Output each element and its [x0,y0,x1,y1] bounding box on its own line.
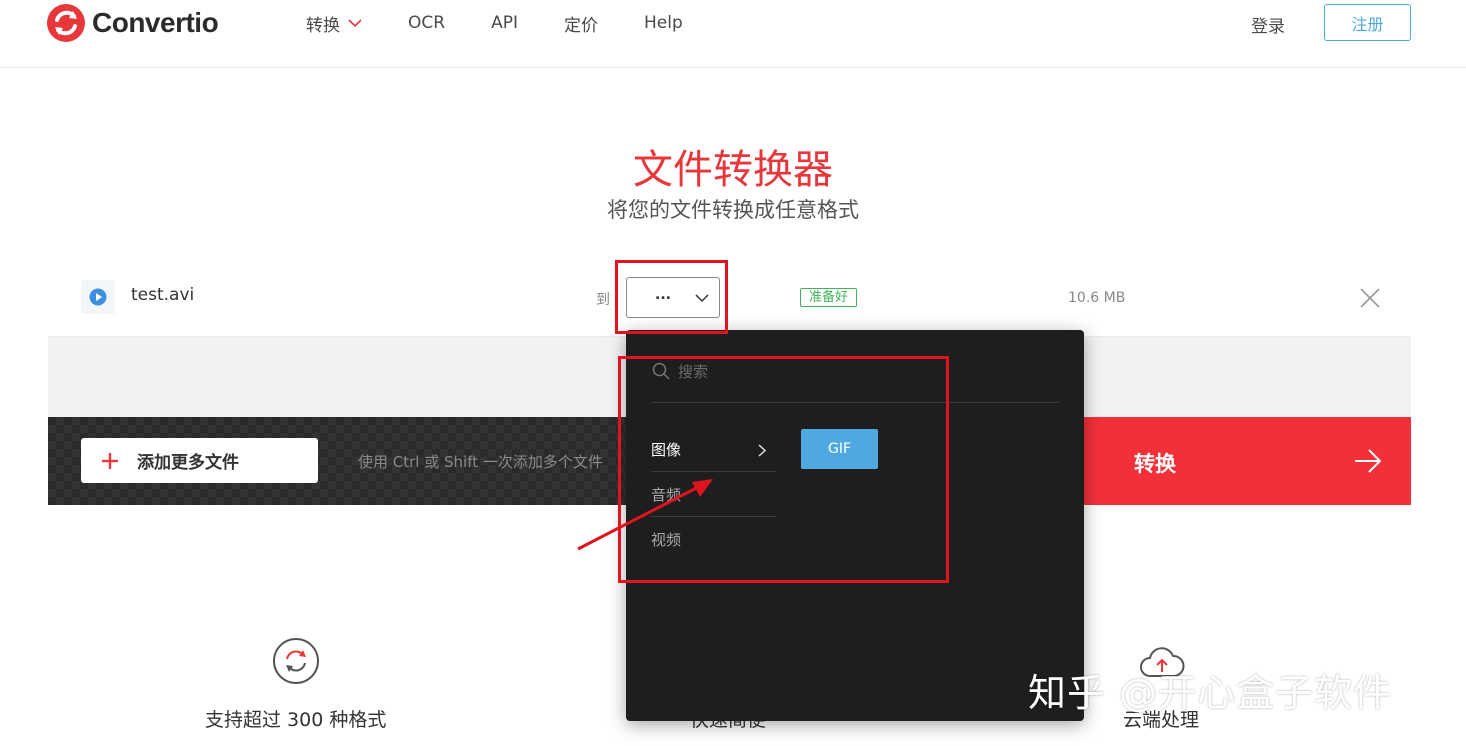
file-size: 10.6 MB [1068,290,1126,306]
logo-text: Convertio [92,7,219,38]
convert-button-label: 转换 [1134,452,1176,476]
nav-item-label: 转换 [306,15,340,36]
multi-select-hint: 使用 Ctrl 或 Shift 一次添加多个文件 [358,453,603,471]
chevron-down-icon [348,19,362,28]
nav-item-pricing[interactable]: 定价 [563,12,598,36]
nav-item-label: 定价 [563,15,598,36]
nav-item-api[interactable]: API [491,12,518,34]
refresh-cycle-icon [273,638,319,684]
annotation-highlight-select [615,260,728,334]
play-circle-icon [89,288,107,306]
nav-item-convert[interactable]: 转换 [306,12,362,36]
login-link[interactable]: 登录 [1251,12,1285,37]
nav-item-ocr[interactable]: OCR [408,12,445,34]
watermark: 知乎 @开心盒子软件 [1028,671,1393,715]
page-title: 文件转换器 [633,147,833,193]
nav-item-label: API [491,13,518,33]
add-more-files-button[interactable]: 添加更多文件 [81,438,318,483]
remove-file-close-icon[interactable] [1359,287,1381,309]
convertio-logo-icon [47,4,85,42]
to-label: 到 [596,292,610,308]
feature-formats-label: 支持超过 300 种格式 [205,709,387,731]
nav-item-label: OCR [408,13,446,33]
top-header: Convertio 转换 OCR API 定价 Help 登录 注册 [0,0,1466,68]
annotation-arrow-icon [577,479,713,551]
arrow-right-icon [1355,449,1382,473]
status-badge: 准备好 [800,288,857,307]
video-file-icon [81,280,115,314]
add-more-files-label: 添加更多文件 [137,453,239,473]
plus-icon [102,452,118,469]
convert-button[interactable]: 转换 [1084,417,1411,505]
signup-button[interactable]: 注册 [1324,4,1411,41]
file-name: test.avi [131,285,195,305]
nav-item-label: Help [643,13,683,33]
main-nav: 转换 OCR API 定价 Help [306,12,729,36]
page-subtitle: 将您的文件转换成任意格式 [607,198,859,222]
convertio-logo[interactable]: Convertio [46,3,219,43]
nav-item-help[interactable]: Help [644,12,683,34]
file-row [48,259,1411,337]
